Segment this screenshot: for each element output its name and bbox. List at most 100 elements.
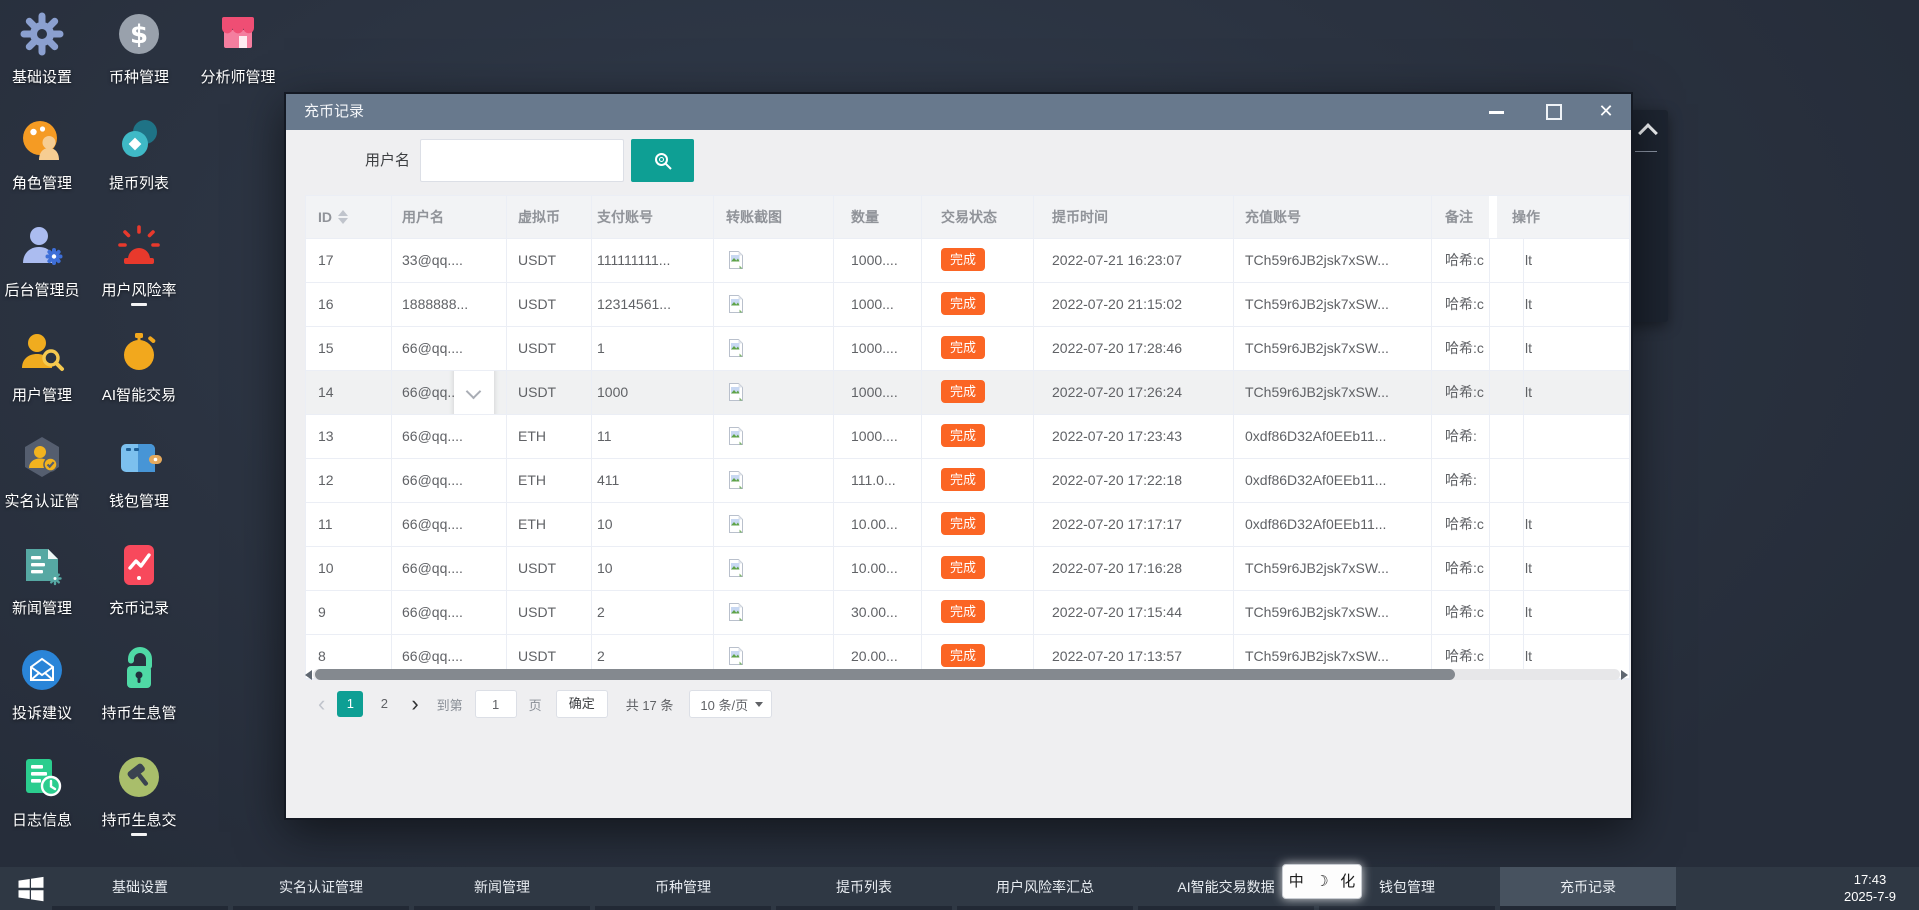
table-row[interactable]: 966@qq....USDT230.00...完成2022-07-20 17:1… [306,591,1629,635]
page-size-select[interactable]: 10 条/页 [689,690,772,718]
cell-id: 17 [306,239,391,282]
confirm-button[interactable]: 确定 [556,690,608,718]
page-buttons: 12 [337,691,405,717]
sort-caret-icon[interactable] [338,210,348,224]
cell-status: 完成 [921,415,1033,458]
broken-image-icon[interactable] [726,338,746,358]
taskbar-item-5[interactable]: 提币列表 [776,867,952,910]
taskbar-item-1[interactable]: 基础设置 [52,867,228,910]
maximize-button[interactable] [1537,94,1571,130]
desktop-shortcut-5[interactable]: 提币列表 [91,116,187,193]
stopwatch-icon [115,328,163,376]
cell-username: 66@qq... [391,371,506,414]
cell-op: lt [1489,327,1629,370]
action-link[interactable]: lt [1525,604,1532,620]
desktop-shortcut-15[interactable]: 持币生息管 [91,646,187,723]
table-row[interactable]: 1366@qq....ETH111000....完成2022-07-20 17:… [306,415,1629,459]
table-row[interactable]: 1733@qq....USDT111111111...1000....完成202… [306,239,1629,283]
username-search-input[interactable] [420,139,624,182]
action-link[interactable]: lt [1525,648,1532,664]
cell-status: 完成 [921,547,1033,590]
ime-glyph-3[interactable]: 化 [1340,874,1355,889]
desktop-shortcut-7[interactable]: 用户风险率 [91,223,187,306]
desktop-shortcut-8[interactable]: 用户管理 [0,328,90,405]
cell-pay_account: 1000 [591,371,713,414]
close-button[interactable]: ✕ [1589,94,1623,130]
minimize-button[interactable] [1479,94,1513,130]
desktop-shortcut-9[interactable]: AI智能交易 [91,328,187,405]
siren-icon [115,223,163,271]
action-link[interactable]: lt [1525,340,1532,356]
table-row[interactable]: 1466@qq...USDT10001000....完成2022-07-20 1… [306,371,1629,415]
desktop-shortcut-13[interactable]: 充币记录 [91,541,187,618]
cell-recharge_account: TCh59r6JB2jsk7xSW... [1233,547,1431,590]
action-link[interactable]: lt [1525,296,1532,312]
broken-image-icon[interactable] [726,294,746,314]
ime-glyph-1[interactable]: 中 [1289,874,1304,889]
table-row[interactable]: 161888888...USDT12314561...1000...完成2022… [306,283,1629,327]
taskbar-item-6[interactable]: 用户风险率汇总 [957,867,1133,910]
window-titlebar[interactable]: 充币记录 ✕ [286,94,1631,130]
page-button-2[interactable]: 2 [371,691,397,717]
search-button[interactable] [631,139,694,182]
ime-toolbar[interactable]: 中 ☽ 化 [1282,864,1362,899]
desktop-shortcut-2[interactable]: $币种管理 [91,10,187,87]
cell-remark: 哈希:c [1431,547,1489,590]
horizontal-scrollbar[interactable] [305,668,1628,681]
ime-glyph-2[interactable]: ☽ [1315,874,1328,889]
action-link[interactable]: lt [1525,384,1532,400]
action-link[interactable]: lt [1525,516,1532,532]
table-row[interactable]: 1566@qq....USDT11000....完成2022-07-20 17:… [306,327,1629,371]
action-link[interactable]: lt [1525,252,1532,268]
scrollbar-thumb[interactable] [315,669,1455,680]
broken-image-icon[interactable] [726,558,746,578]
taskbar-item-4[interactable]: 币种管理 [595,867,771,910]
cell-screenshot [713,283,833,326]
username-dropdown[interactable] [454,371,494,414]
table-row[interactable]: 1066@qq....USDT1010.00...完成2022-07-20 17… [306,547,1629,591]
broken-image-icon[interactable] [726,514,746,534]
action-link[interactable]: lt [1525,560,1532,576]
chevron-up-icon[interactable] [1638,123,1658,143]
cell-coin: USDT [506,283,591,326]
desktop-shortcut-16[interactable]: 日志信息 [0,753,90,830]
scroll-left-icon[interactable] [305,670,312,680]
desktop-shortcut-3[interactable]: 分析师管理 [190,10,286,87]
broken-image-icon[interactable] [726,250,746,270]
status-badge: 完成 [941,512,985,535]
table-row[interactable]: 1266@qq....ETH411111.0...完成2022-07-20 17… [306,459,1629,503]
desktop-shortcut-12[interactable]: 新闻管理 [0,541,90,618]
cell-screenshot [713,547,833,590]
desktop-shortcut-17[interactable]: 持币生息交 [91,753,187,836]
cell-recharge_account: TCh59r6JB2jsk7xSW... [1233,327,1431,370]
desktop-shortcut-1[interactable]: 基础设置 [0,10,90,87]
news-icon [18,541,66,589]
desktop-shortcut-14[interactable]: 投诉建议 [0,646,90,723]
column-header-id[interactable]: ID [306,196,391,238]
desktop-shortcut-11[interactable]: 钱包管理 [91,434,187,511]
windows-start-button[interactable] [16,874,46,904]
prev-page-button[interactable]: ‹ [318,691,325,717]
goto-page-input[interactable] [475,690,517,718]
desktop-shortcut-4[interactable]: 角色管理 [0,116,90,193]
desktop-shortcut-10[interactable]: 实名认证管 [0,434,90,511]
cell-recharge_account: 0xdf86D32Af0EEb11... [1233,459,1431,502]
taskbar-item-2[interactable]: 实名认证管理 [233,867,409,910]
chevron-down-icon [466,384,482,400]
broken-image-icon[interactable] [726,382,746,402]
page-button-1[interactable]: 1 [337,691,363,717]
table-row[interactable]: 1166@qq....ETH1010.00...完成2022-07-20 17:… [306,503,1629,547]
cell-amount: 1000.... [833,415,921,458]
broken-image-icon[interactable] [726,426,746,446]
broken-image-icon[interactable] [726,646,746,666]
broken-image-icon[interactable] [726,470,746,490]
desktop-shortcut-6[interactable]: 后台管理员 [0,223,90,300]
status-badge: 完成 [941,380,985,403]
taskbar-item-9[interactable]: 充币记录 [1500,867,1676,910]
scroll-right-icon[interactable] [1621,670,1628,680]
broken-image-icon[interactable] [726,602,746,622]
cell-recharge_account: TCh59r6JB2jsk7xSW... [1233,591,1431,634]
taskbar-item-3[interactable]: 新闻管理 [414,867,590,910]
next-page-button[interactable]: › [411,691,418,717]
taskbar-clock[interactable]: 17:43 2025-7-9 [1827,871,1913,905]
